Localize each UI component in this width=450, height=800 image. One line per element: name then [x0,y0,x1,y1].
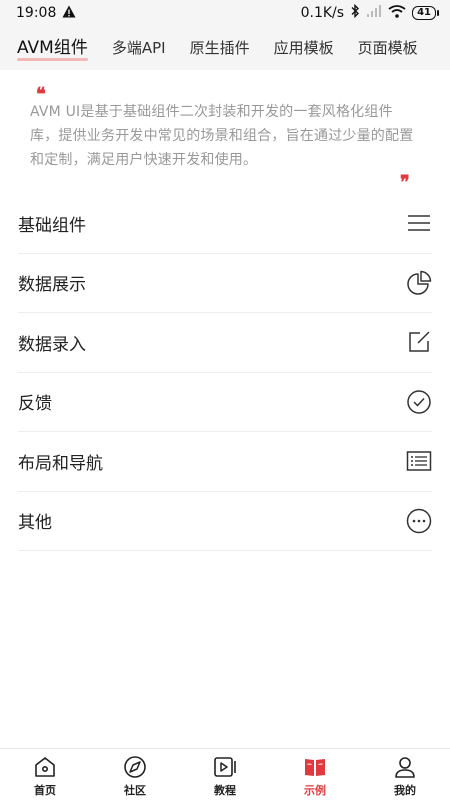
status-bar: 19:08 0.1K/s 41 [0,0,450,26]
nav-item-mine[interactable]: 我的 [360,749,450,800]
nav-item-community[interactable]: 社区 [90,749,180,800]
wifi-icon [388,4,406,22]
tab-multi-api[interactable]: 多端API [112,26,166,70]
network-speed: 0.1K/s [300,5,345,21]
warning-icon [62,5,76,22]
menu-item-label: 数据展示 [18,275,86,296]
nav-label: 示例 [304,784,326,797]
menu-item-data-entry[interactable]: 数据录入 [18,313,432,373]
tab-avm-components[interactable]: AVM组件 [17,26,88,70]
menu-item-other[interactable]: 其他 [18,492,432,551]
tab-page-templates[interactable]: 页面模板 [358,26,418,70]
status-right: 0.1K/s 41 [300,3,439,22]
intro-block: AVM UI是基于基础组件二次封装和开发的一套风格化组件库，提供业务开发中常见的… [0,70,450,195]
bluetooth-icon [350,3,360,22]
menu-item-layout-navigation[interactable]: 布局和导航 [18,432,432,492]
nav-item-examples[interactable]: 示例 [270,749,360,800]
menu-item-data-display[interactable]: 数据展示 [18,254,432,313]
user-icon [395,757,415,778]
check-circle-icon [406,389,432,415]
list-icon [406,448,432,474]
more-circle-icon [406,508,432,534]
video-icon [214,757,236,777]
nav-label: 社区 [124,784,146,797]
menu-item-label: 基础组件 [18,215,86,236]
quote-open-icon: ❝ [36,84,46,105]
pie-chart-icon [406,270,432,296]
nav-item-home[interactable]: 首页 [0,749,90,800]
nav-label: 我的 [394,784,416,797]
nav-label: 教程 [214,784,236,797]
edit-icon [406,329,432,355]
status-time: 19:08 [16,5,57,21]
compass-icon [124,756,146,778]
bottom-nav: 首页 社区 教程 示例 我的 [0,748,450,800]
menu-item-label: 数据录入 [18,334,86,355]
tab-native-plugins[interactable]: 原生插件 [190,26,250,70]
tab-app-templates[interactable]: 应用模板 [274,26,334,70]
tab-bar: AVM组件 多端API 原生插件 应用模板 页面模板 [0,26,450,70]
menu-item-label: 反馈 [18,394,52,415]
quote-close-icon: ❞ [400,172,410,193]
home-icon [35,757,55,777]
menu-item-basic-components[interactable]: 基础组件 [18,194,432,254]
status-left: 19:08 [16,5,76,22]
nav-label: 首页 [34,784,56,797]
signal-icon [366,5,382,21]
nav-item-tutorial[interactable]: 教程 [180,749,270,800]
menu-item-label: 布局和导航 [18,453,103,474]
menu-item-label: 其他 [18,513,52,534]
menu-list: 基础组件 数据展示 数据录入 反馈 布局和导航 其他 [18,194,432,551]
intro-text: AVM UI是基于基础组件二次封装和开发的一套风格化组件库，提供业务开发中常见的… [30,104,414,168]
battery-icon: 41 [412,6,439,20]
book-icon [305,759,325,776]
menu-lines-icon [406,210,432,236]
menu-item-feedback[interactable]: 反馈 [18,373,432,432]
